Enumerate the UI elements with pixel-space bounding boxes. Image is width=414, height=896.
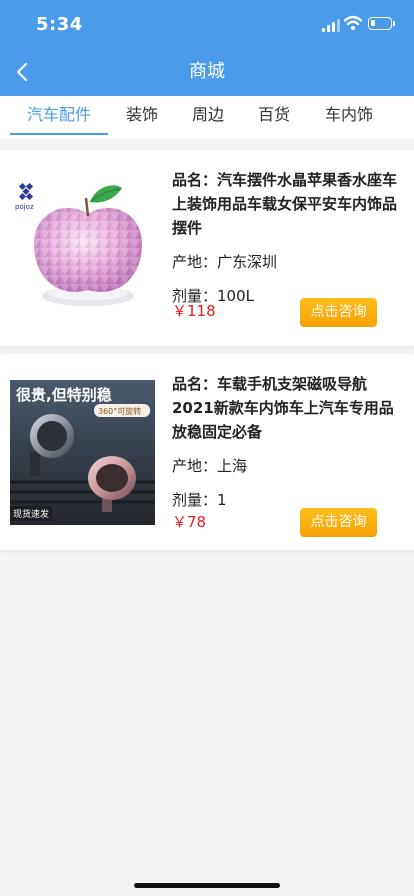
product-name: 品名：汽车摆件水晶苹果香水座车上装饰用品车载女保平安车内饰品摆件: [172, 171, 398, 237]
battery-icon: [368, 17, 392, 30]
product-info: 品名：汽车摆件水晶苹果香水座车上装饰用品车载女保平安车内饰品摆件 产地：广东深圳…: [172, 168, 402, 308]
product-list: pojoz 品名：汽车摆件水晶苹果香水座车上装饰用品车载女保平安车内饰品摆件 产…: [0, 138, 414, 896]
home-indicator: [134, 883, 280, 888]
battery-cap: [393, 21, 395, 26]
tab-decoration[interactable]: 装饰: [116, 96, 168, 134]
svg-text:pojoz: pojoz: [15, 203, 34, 211]
active-tab-indicator: [10, 133, 108, 135]
product-price: ￥118: [172, 302, 216, 320]
app-header: 5:34 商城: [0, 0, 414, 96]
tab-auto-parts[interactable]: 汽车配件: [10, 96, 108, 134]
bottom-safe-area: [0, 860, 414, 896]
product-origin: 产地：广东深圳: [172, 253, 278, 271]
status-time: 5:34: [36, 14, 83, 35]
status-bar: 5:34: [0, 0, 414, 48]
page-title: 商城: [189, 61, 225, 82]
svg-text:现货速发: 现货速发: [13, 508, 49, 520]
chevron-left-icon: [16, 62, 28, 82]
tab-interior[interactable]: 车内饰: [314, 96, 384, 134]
svg-text:很贵,但特别稳: 很贵,但特别稳: [15, 386, 112, 404]
tab-general-goods[interactable]: 百货: [248, 96, 300, 134]
product-origin: 产地：上海: [172, 457, 248, 475]
category-tabs: 汽车配件 装饰 周边 百货 车内饰: [0, 96, 414, 138]
consult-button[interactable]: 点击咨询: [300, 298, 377, 327]
product-name: 品名：车载手机支架磁吸导航2021新款车内饰车上汽车专用品放稳固定必备: [172, 375, 394, 441]
product-card[interactable]: 很贵,但特别稳 360°可旋转 现货速发 品名：车载手机支架磁吸导航2021新款…: [0, 354, 414, 550]
tab-accessories[interactable]: 周边: [182, 96, 234, 134]
product-info: 品名：车载手机支架磁吸导航2021新款车内饰车上汽车专用品放稳固定必备 产地：上…: [172, 372, 402, 512]
product-image: pojoz: [10, 176, 155, 321]
consult-button[interactable]: 点击咨询: [300, 508, 377, 537]
wifi-icon: [344, 15, 362, 30]
product-card[interactable]: pojoz 品名：汽车摆件水晶苹果香水座车上装饰用品车载女保平安车内饰品摆件 产…: [0, 150, 414, 346]
nav-bar: 商城: [0, 48, 414, 96]
product-image: 很贵,但特别稳 360°可旋转 现货速发: [10, 380, 155, 525]
cellular-signal-icon: [322, 18, 342, 32]
back-button[interactable]: [8, 56, 40, 88]
product-price: ￥78: [172, 513, 207, 531]
svg-text:360°可旋转: 360°可旋转: [98, 406, 141, 416]
